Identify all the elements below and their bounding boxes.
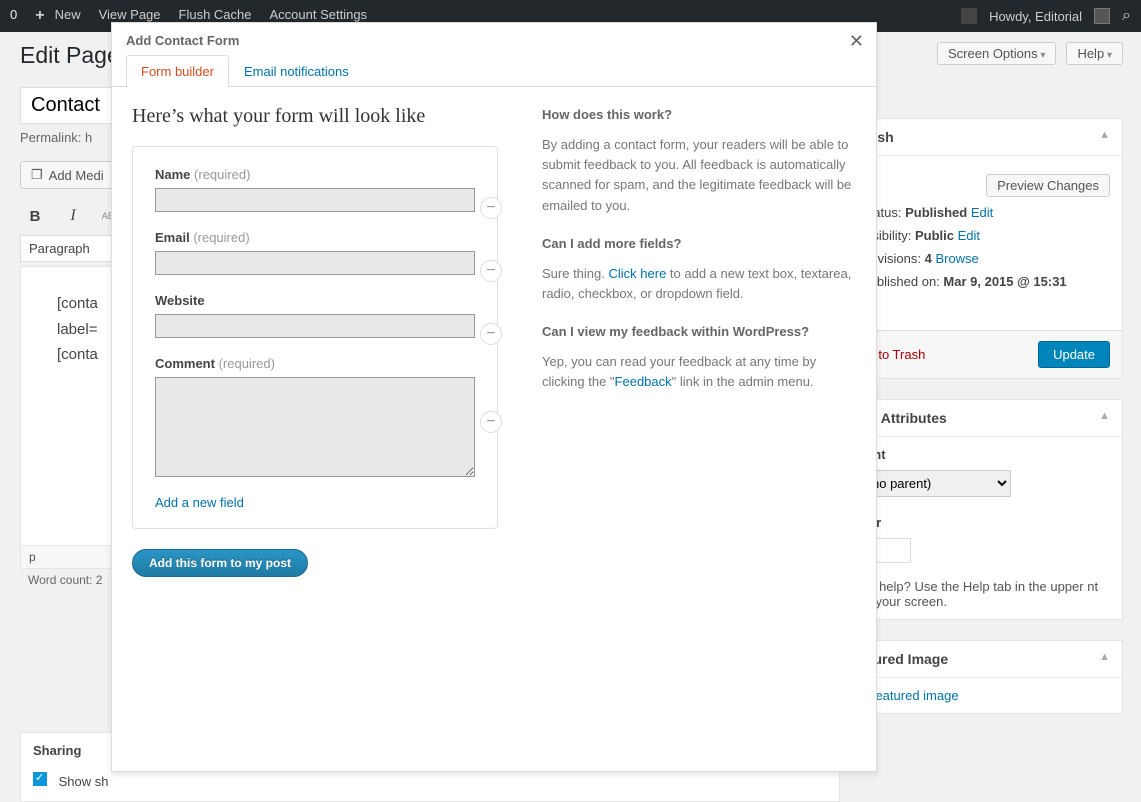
preview-changes-button[interactable]: Preview Changes [986,174,1110,197]
add-new-field-link[interactable]: Add a new field [155,495,244,510]
website-input[interactable] [155,314,475,338]
modal-help-text: How does this work? By adding a contact … [542,103,856,577]
featured-image-box: atured Image ▲ a featured image [848,640,1123,714]
published-on-value: Mar 9, 2015 @ 15:31 [943,274,1066,289]
required-indicator: (required) [194,167,250,182]
notification-icon[interactable] [961,8,977,24]
adminbar-comments-count[interactable]: 0 [10,7,17,25]
help-heading: Can I add more fields? [542,234,856,254]
field-website: Website − [155,293,475,338]
tab-email-notifications[interactable]: Email notifications [229,55,364,87]
add-media-label: Add Medi [49,168,104,183]
editor-path: p [29,550,36,564]
field-name: Name (required) − [155,167,475,212]
form-preview-heading: Here’s what your form will look like [132,105,498,128]
page-attributes-box: ge Attributes ▲ rent no parent) der ed h… [848,399,1123,620]
avatar[interactable] [1094,8,1110,24]
modal-title: Add Contact Form [126,33,862,48]
parent-select[interactable]: no parent) [861,470,1011,497]
bold-button[interactable]: B [20,203,50,229]
field-label: Email [155,230,190,245]
add-contact-form-modal: Add Contact Form ✕ Form builder Email no… [111,22,877,772]
publish-box: blish ▲ Preview Changes Status: Publishe… [848,118,1123,379]
order-label: der [861,515,1110,530]
help-paragraph: Yep, you can read your feedback at any t… [542,352,856,392]
sharing-option-label: Show sh [59,774,109,789]
field-comment: Comment (required) − [155,356,475,477]
edit-visibility-link[interactable]: Edit [958,228,980,243]
sharing-checkbox[interactable] [33,772,47,786]
attributes-help-text: ed help? Use the Help tab in the upper n… [861,579,1110,609]
form-preview: Name (required) − Email (required) − Web… [132,146,498,529]
required-indicator: (required) [219,356,275,371]
box-toggle-icon[interactable]: ▲ [1099,129,1110,145]
remove-field-icon[interactable]: − [480,323,502,345]
add-media-button[interactable]: ❐ Add Medi [20,161,115,189]
adminbar-howdy[interactable]: Howdy, Editorial [989,9,1082,24]
status-value: Published [905,205,967,220]
field-label: Website [155,293,205,308]
screen-options-button[interactable]: Screen Options [937,42,1056,65]
update-button[interactable]: Update [1038,341,1110,368]
field-email: Email (required) − [155,230,475,275]
box-toggle-icon[interactable]: ▲ [1099,410,1110,426]
help-button[interactable]: Help [1066,42,1123,65]
help-paragraph: By adding a contact form, your readers w… [542,135,856,216]
remove-field-icon[interactable]: − [480,411,502,433]
field-label: Name [155,167,190,182]
edit-status-link[interactable]: Edit [971,205,993,220]
add-form-to-post-button[interactable]: Add this form to my post [132,549,308,577]
media-icon: ❐ [31,167,43,183]
field-label: Comment [155,356,215,371]
box-toggle-icon[interactable]: ▲ [1099,651,1110,667]
revisions-value: 4 [925,251,932,266]
remove-field-icon[interactable]: − [480,197,502,219]
tab-form-builder[interactable]: Form builder [126,55,229,87]
remove-field-icon[interactable]: − [480,260,502,282]
feedback-link[interactable]: Feedback [615,374,672,389]
comment-textarea[interactable] [155,377,475,477]
adminbar-new[interactable]: New [55,7,81,25]
close-icon[interactable]: ✕ [849,31,864,52]
search-icon[interactable]: ⌕ [1122,7,1131,25]
required-indicator: (required) [193,230,249,245]
help-paragraph: Sure thing. Click here to add a new text… [542,264,856,304]
name-input[interactable] [155,188,475,212]
visibility-value: Public [915,228,954,243]
click-here-link[interactable]: Click here [609,266,667,281]
help-heading: Can I view my feedback within WordPress? [542,322,856,342]
italic-button[interactable]: I [58,203,88,229]
help-heading: How does this work? [542,105,856,125]
plus-icon[interactable]: + [35,7,44,25]
email-input[interactable] [155,251,475,275]
parent-label: rent [861,447,1110,462]
browse-revisions-link[interactable]: Browse [935,251,978,266]
